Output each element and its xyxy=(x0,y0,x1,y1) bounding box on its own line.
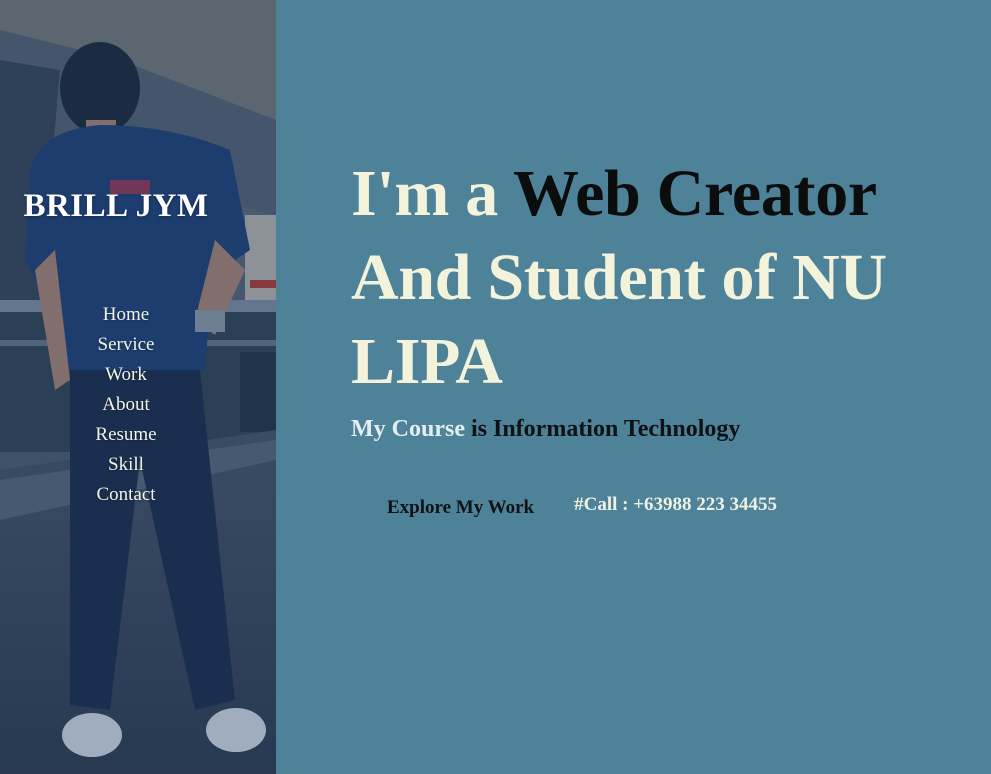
brand-logo-text[interactable]: BRILL JYM xyxy=(0,188,232,225)
nav-item-about[interactable]: About xyxy=(0,390,252,420)
hero-section: I'm a Web Creator And Student of NU LIPA… xyxy=(351,152,971,444)
hero-title-prefix: I'm a xyxy=(351,157,514,230)
hero-title-rest: And Student of NU LIPA xyxy=(351,241,887,398)
course-rest: is Information Technology xyxy=(464,416,741,442)
nav-item-home[interactable]: Home xyxy=(0,300,252,330)
nav-item-skill[interactable]: Skill xyxy=(0,450,252,480)
course-highlight: My Course xyxy=(351,416,465,442)
main-nav: Home Service Work About Resume Skill Con… xyxy=(0,300,252,510)
nav-item-resume[interactable]: Resume xyxy=(0,420,252,450)
sidebar: BRILL JYM Home Service Work About Resume… xyxy=(0,0,276,774)
course-text: My Course is Information Technology xyxy=(351,414,971,444)
nav-item-contact[interactable]: Contact xyxy=(0,480,252,510)
call-phone-text: #Call : +63988 223 34455 xyxy=(574,494,778,515)
nav-item-work[interactable]: Work xyxy=(0,360,252,390)
hero-title-accent: Web Creator xyxy=(513,157,876,230)
hero-title: I'm a Web Creator And Student of NU LIPA xyxy=(351,152,971,404)
page: BRILL JYM Home Service Work About Resume… xyxy=(0,0,991,774)
explore-work-button[interactable]: Explore My Work xyxy=(387,496,534,520)
nav-item-service[interactable]: Service xyxy=(0,330,252,360)
hero-actions: Explore My Work #Call : +63988 223 34455 xyxy=(387,490,777,520)
